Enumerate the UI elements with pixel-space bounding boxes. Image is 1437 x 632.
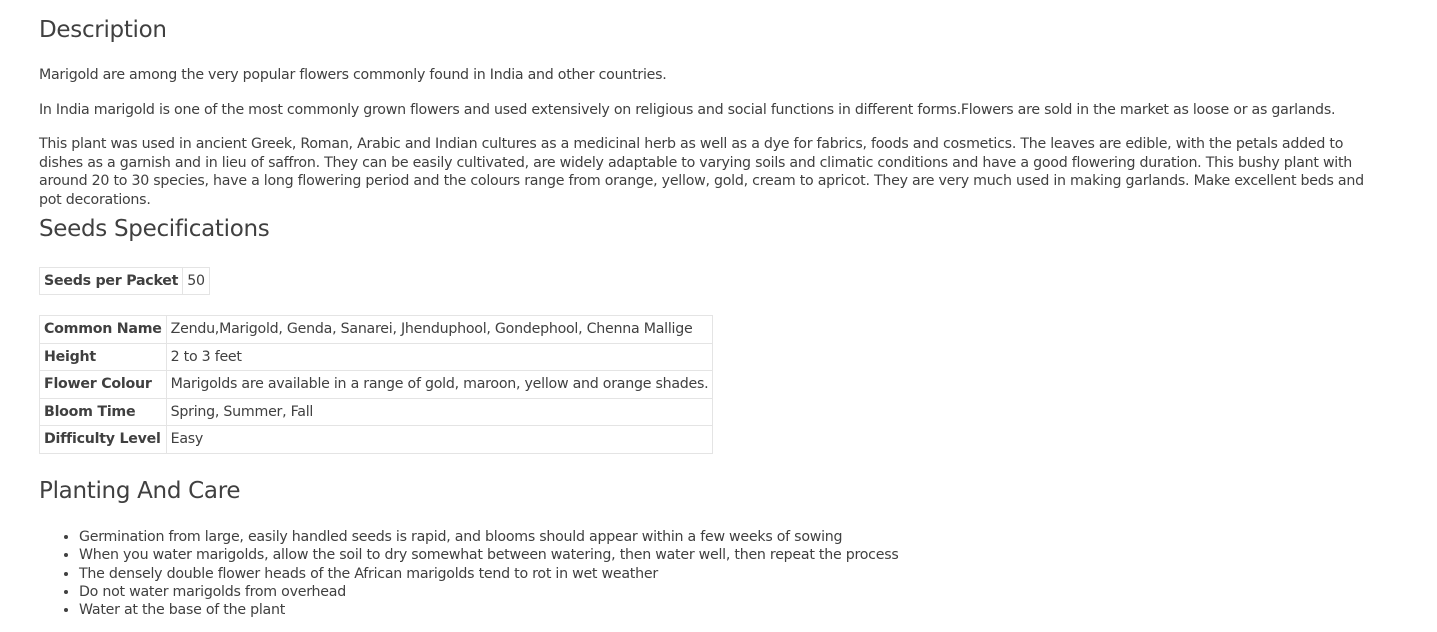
- list-item: Germination from large, easily handled s…: [79, 528, 899, 546]
- spec-value: Spring, Summer, Fall: [165, 397, 714, 426]
- spec-label: Flower Colour: [39, 370, 167, 399]
- spec-value: Easy: [165, 425, 714, 454]
- description-paragraph: In India marigold is one of the most com…: [39, 102, 1336, 118]
- table-row: Common Name Zendu,Marigold, Genda, Sanar…: [39, 315, 714, 344]
- spec-value: 50: [182, 267, 210, 295]
- planting-care-heading: Planting And Care: [39, 478, 241, 504]
- spec-value: 2 to 3 feet: [165, 342, 714, 371]
- list-item: Water at the base of the plant: [79, 601, 899, 619]
- specifications-heading: Seeds Specifications: [39, 216, 270, 242]
- spec-label: Common Name: [39, 315, 167, 344]
- spec-label: Bloom Time: [39, 397, 167, 426]
- table-row: Flower Colour Marigolds are available in…: [39, 370, 714, 399]
- list-item: When you water marigolds, allow the soil…: [79, 546, 899, 564]
- list-item: Do not water marigolds from overhead: [79, 583, 899, 601]
- spec-label: Difficulty Level: [39, 425, 167, 454]
- spec-value: Zendu,Marigold, Genda, Sanarei, Jhenduph…: [165, 315, 714, 344]
- specifications-table: Common Name Zendu,Marigold, Genda, Sanar…: [39, 315, 714, 454]
- spec-label: Seeds per Packet: [38, 267, 184, 295]
- description-paragraph: This plant was used in ancient Greek, Ro…: [39, 136, 1364, 208]
- table-row: Difficulty Level Easy: [39, 425, 714, 454]
- spec-value: Marigolds are available in a range of go…: [165, 370, 714, 399]
- table-row: Bloom Time Spring, Summer, Fall: [39, 397, 714, 426]
- list-item: The densely double flower heads of the A…: [79, 565, 899, 583]
- spec-label: Height: [39, 342, 167, 371]
- description-paragraph: Marigold are among the very popular flow…: [39, 67, 667, 83]
- description-heading: Description: [39, 17, 167, 43]
- seeds-per-packet-table: Seeds per Packet 50: [38, 267, 210, 295]
- planting-care-list: Germination from large, easily handled s…: [39, 528, 899, 619]
- table-row: Seeds per Packet 50: [38, 267, 210, 295]
- table-row: Height 2 to 3 feet: [39, 342, 714, 371]
